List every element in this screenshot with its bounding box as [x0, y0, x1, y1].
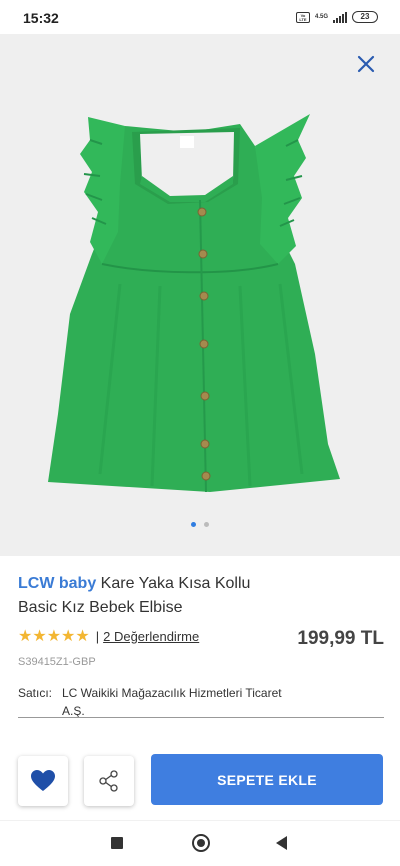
close-icon[interactable] [356, 54, 376, 74]
volte-icon: Vo LTE [295, 11, 310, 23]
battery-icon: 23 [352, 11, 378, 23]
network-type: 4.5G [314, 14, 328, 20]
action-bar: SEPETE EKLE [0, 752, 400, 806]
gallery-dot-1[interactable] [191, 522, 196, 527]
recent-apps-icon[interactable] [111, 837, 123, 849]
status-time: 15:32 [23, 10, 59, 26]
add-to-cart-button[interactable]: SEPETE EKLE [151, 754, 383, 805]
product-title: LCW baby Kare Yaka Kısa Kollu Basic Kız … [18, 572, 258, 620]
product-info: LCW baby Kare Yaka Kısa Kollu Basic Kız … [18, 572, 384, 720]
status-bar: 15:32 Vo LTE 4.5G 23 [0, 0, 400, 34]
product-sku: S39415Z1-GBP [18, 656, 96, 668]
seller-name: LC Waikiki Mağazacılık Hizmetleri Ticare… [62, 686, 282, 718]
status-icons: Vo LTE 4.5G 23 [295, 11, 378, 23]
gallery-dot-2[interactable] [204, 522, 209, 527]
system-nav-bar [0, 820, 400, 866]
share-button[interactable] [84, 756, 134, 806]
share-icon [99, 770, 118, 792]
heart-icon [31, 770, 55, 791]
separator: | [95, 628, 100, 644]
back-icon[interactable] [276, 836, 287, 850]
seller-row: Satıcı: LC Waikiki Mağazacılık Hizmetler… [18, 684, 384, 720]
favorite-button[interactable] [18, 756, 68, 806]
home-icon[interactable] [192, 834, 210, 852]
brand-name[interactable]: LCW baby [18, 575, 96, 592]
product-image-gallery[interactable] [0, 34, 400, 556]
reviews-link[interactable]: 2 Değerlendirme [103, 629, 199, 644]
product-image [48, 114, 340, 493]
product-price: 199,99 TL [297, 628, 384, 649]
gallery-pagination[interactable] [0, 522, 400, 527]
signal-icon [333, 11, 347, 23]
seller-label: Satıcı: [18, 686, 53, 700]
divider [18, 717, 384, 718]
star-rating-icon: ★★★★★ [18, 628, 90, 645]
